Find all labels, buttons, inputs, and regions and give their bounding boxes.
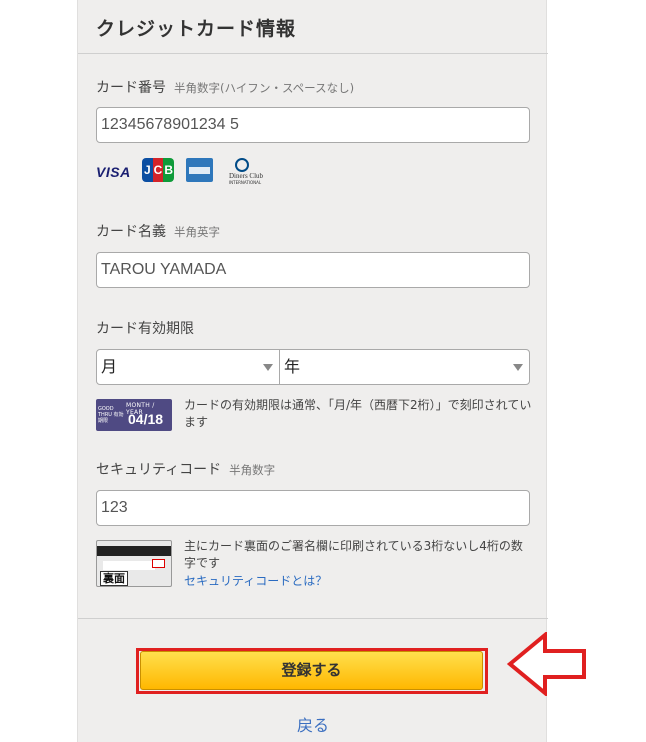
card-name-hint: 半角英字 <box>174 225 220 239</box>
security-code-input[interactable]: 123 <box>96 490 530 526</box>
diners-club-icon <box>235 158 249 172</box>
visa-logo: VISA <box>96 164 131 180</box>
left-arrow-icon <box>507 632 586 696</box>
expiry-card-date: 04/18 <box>128 411 164 427</box>
card-number-input[interactable]: 12345678901234 5 <box>96 107 530 143</box>
expiry-year-select[interactable]: 年 <box>279 349 530 385</box>
expiry-card-icon: MONTH / YEAR GOOD THRU 有効期限 04/18 <box>96 399 172 431</box>
card-back-signature <box>103 561 155 570</box>
diners-club-logo: Diners Club INTERNATIONAL <box>229 158 263 186</box>
card-back-code-box <box>152 559 165 568</box>
amex-logo <box>186 158 213 182</box>
card-name-label: カード名義 半角英字 <box>96 221 220 241</box>
expiry-month-select[interactable]: 月 <box>96 349 280 385</box>
chevron-down-icon <box>263 364 273 371</box>
page-title: クレジットカード情報 <box>96 18 297 40</box>
security-code-hint: 半角数字 <box>229 463 276 477</box>
jcb-letter-j: J <box>142 158 153 182</box>
expiry-selects: 月 年 <box>96 349 530 385</box>
security-code-label: セキュリティコード 半角数字 <box>96 459 275 479</box>
divider <box>78 618 548 619</box>
back-link[interactable]: 戻る <box>78 712 548 736</box>
security-code-label-text: セキュリティコード <box>96 462 222 478</box>
expiry-month-value: 月 <box>101 357 118 376</box>
expiry-note: カードの有効期限は通常、「月/年（西暦下2桁）」で刻印されています <box>184 398 532 429</box>
jcb-letter-c: C <box>152 158 164 182</box>
diners-club-sub: INTERNATIONAL <box>229 180 262 185</box>
card-name-input[interactable]: TAROU YAMADA <box>96 252 530 288</box>
jcb-letter-b: B <box>163 158 175 182</box>
form-header: クレジットカード情報 <box>78 0 548 54</box>
credit-card-form-panel: クレジットカード情報 カード番号 半角数字(ハイフン・スペースなし) 123456… <box>77 0 548 742</box>
expiry-card-left-text: GOOD THRU 有効期限 <box>98 406 124 424</box>
card-number-label: カード番号 半角数字(ハイフン・スペースなし) <box>96 77 354 97</box>
diners-club-name: Diners Club <box>229 172 264 180</box>
card-number-hint: 半角数字(ハイフン・スペースなし) <box>174 81 355 95</box>
expiry-label: カード有効期限 <box>96 321 194 337</box>
expiry-year-value: 年 <box>284 357 301 376</box>
card-back-badge: 裏面 <box>100 571 128 586</box>
card-back-icon: 裏面 <box>96 540 172 587</box>
chevron-down-icon <box>513 364 523 371</box>
register-button-highlight <box>136 648 488 694</box>
card-back-stripe <box>97 546 171 556</box>
card-name-label-text: カード名義 <box>96 224 166 240</box>
card-number-label-text: カード番号 <box>96 80 166 96</box>
security-code-help-link[interactable]: セキュリティコードとは？ <box>184 572 327 589</box>
jcb-logo: J C B <box>142 158 175 182</box>
security-code-note: 主にカード裏面のご署名欄に印刷されている3桁ないし4桁の数字です <box>184 539 523 570</box>
